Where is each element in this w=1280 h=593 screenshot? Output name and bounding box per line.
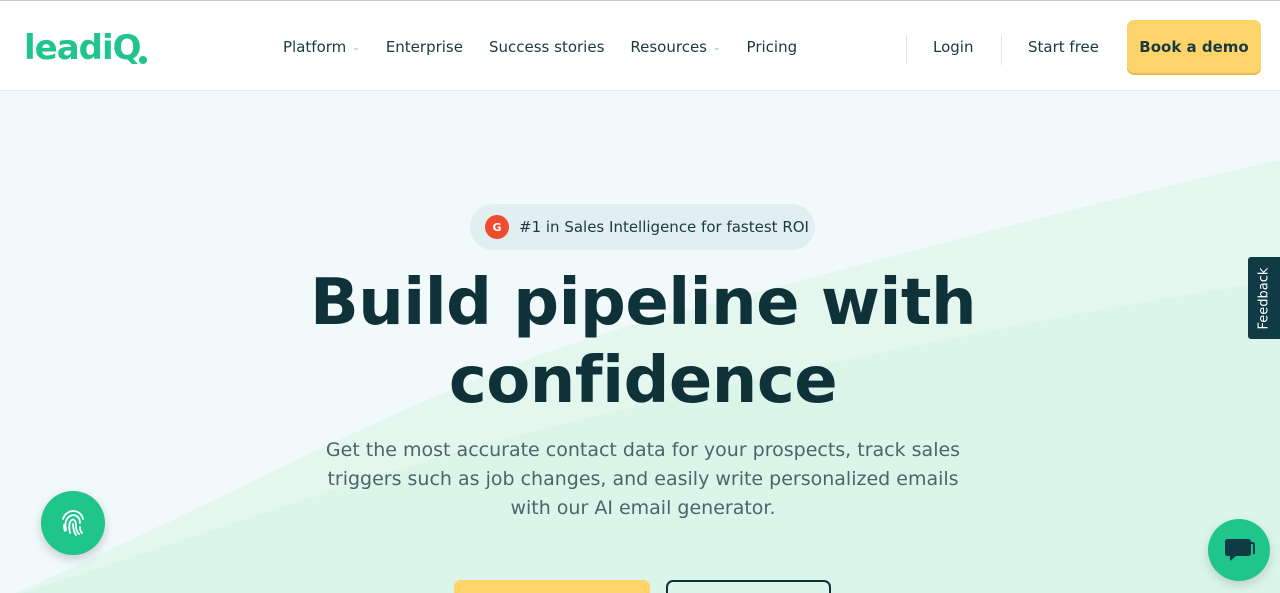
logo-dot	[138, 56, 147, 64]
site-header: leadiQ Platform ⌄ Enterprise Success sto…	[0, 0, 1280, 91]
award-badge: G #1 in Sales Intelligence for fastest R…	[470, 204, 815, 250]
book-demo-button[interactable]: Book a demo	[1127, 20, 1261, 73]
primary-cta-button[interactable]	[454, 580, 650, 593]
headline-line-1: Build pipeline with	[309, 266, 977, 340]
secondary-cta-button[interactable]	[666, 580, 831, 593]
logo-text: leadiQ	[24, 28, 142, 68]
chat-bubble-icon[interactable]	[1208, 519, 1270, 581]
page: leadiQ Platform ⌄ Enterprise Success sto…	[0, 0, 1280, 593]
feedback-tab[interactable]: Feedback	[1248, 257, 1280, 339]
headline-line-2: confidence	[448, 344, 838, 418]
fingerprint-icon[interactable]	[41, 491, 105, 555]
feedback-label: Feedback	[1256, 267, 1272, 329]
badge-text: #1 in Sales Intelligence for fastest ROI	[519, 218, 809, 236]
nav-item-resources[interactable]: Resources ⌄	[630, 38, 720, 56]
hero-headline: Build pipeline with confidence	[300, 264, 986, 420]
nav-label-pricing: Pricing	[746, 37, 798, 56]
hero-subheading: Get the most accurate contact data for y…	[318, 436, 968, 523]
fingerprint-glyph	[62, 510, 84, 536]
nav-divider	[906, 35, 907, 65]
start-free-link[interactable]: Start free	[1028, 38, 1099, 56]
leadiq-logo[interactable]: leadiQ	[24, 28, 147, 68]
nav-divider	[1001, 35, 1002, 65]
nav-label-platform: Platform	[283, 37, 347, 56]
nav-label-success-stories: Success stories	[488, 37, 605, 56]
subhead-line-3: with our AI email generator.	[510, 497, 776, 519]
nav-label-enterprise: Enterprise	[385, 37, 463, 56]
chevron-down-icon: ⌄	[352, 42, 360, 53]
subhead-line-1: Get the most accurate contact data for y…	[325, 439, 961, 461]
g2-logo-icon: G	[485, 215, 509, 239]
login-link[interactable]: Login	[933, 38, 973, 56]
nav-item-platform[interactable]: Platform ⌄	[283, 38, 360, 56]
nav-label-resources: Resources	[630, 37, 707, 56]
nav-item-pricing[interactable]: Pricing	[747, 38, 798, 56]
nav-item-success-stories[interactable]: Success stories	[489, 38, 604, 56]
main-nav: Platform ⌄ Enterprise Success stories Re…	[283, 1, 823, 92]
subhead-line-2: triggers such as job changes, and easily…	[327, 468, 959, 490]
nav-item-enterprise[interactable]: Enterprise	[386, 38, 463, 56]
chevron-down-icon: ⌄	[713, 42, 721, 53]
chat-glyph	[1225, 539, 1255, 561]
